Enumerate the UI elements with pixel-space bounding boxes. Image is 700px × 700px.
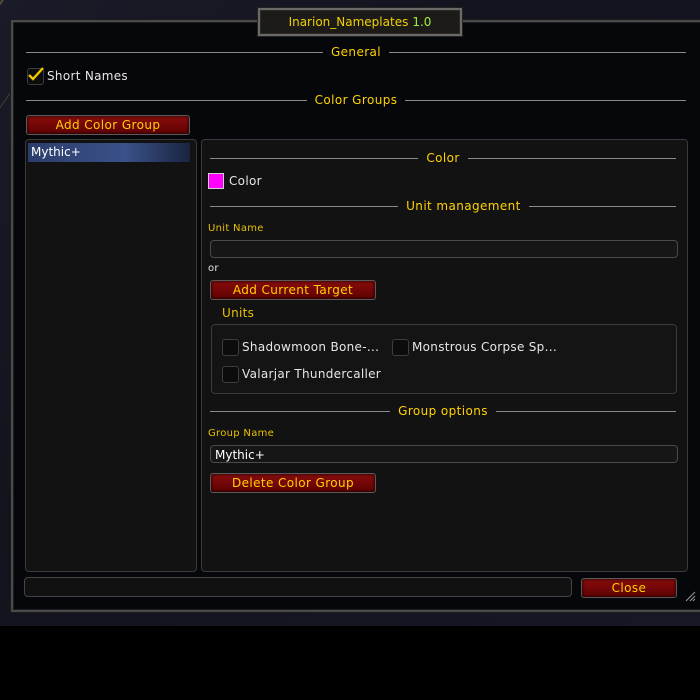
units-label: Units: [222, 306, 255, 320]
unit-checkbox-valarjar[interactable]: [222, 366, 239, 383]
checkmark-icon: [28, 67, 44, 81]
status-bar: [24, 577, 572, 597]
add-current-target-button[interactable]: Add Current Target: [210, 280, 376, 300]
group-name-label: Group Name: [208, 428, 275, 439]
unit-label-shadowmoon: Shadowmoon Bone-...: [242, 340, 380, 354]
group-options-header-text: Group options: [398, 404, 488, 418]
unit-management-header-text: Unit management: [406, 199, 521, 213]
resize-grip-icon[interactable]: [684, 590, 696, 602]
group-options-header: Group options: [210, 404, 676, 418]
color-groups-header-text: Color Groups: [314, 93, 398, 107]
units-group: [211, 324, 677, 394]
unit-checkbox-monstrous[interactable]: [392, 339, 409, 356]
unit-label-monstrous: Monstrous Corpse Sp...: [412, 340, 557, 354]
window-version: 1.0: [412, 15, 432, 29]
close-button[interactable]: Close: [581, 578, 677, 598]
color-group-list: [25, 139, 197, 572]
unit-label-valarjar: Valarjar Thundercaller: [242, 367, 382, 381]
short-names-label: Short Names: [47, 69, 128, 83]
unit-management-header: Unit management: [210, 199, 676, 213]
unit-name-input[interactable]: [210, 240, 678, 258]
unit-checkbox-shadowmoon[interactable]: [222, 339, 239, 356]
window-title-text: Inarion_Nameplates: [288, 15, 409, 29]
general-header-text: General: [330, 45, 382, 59]
color-section-header: Color: [210, 151, 676, 165]
delete-color-group-button[interactable]: Delete Color Group: [210, 473, 376, 493]
color-groups-header: Color Groups: [26, 93, 687, 107]
general-header: General: [26, 45, 686, 59]
color-group-item-mythic[interactable]: Mythic+: [28, 143, 190, 162]
short-names-checkbox[interactable]: [27, 67, 44, 85]
color-swatch[interactable]: [208, 173, 224, 189]
color-section-header-text: Color: [426, 151, 460, 165]
color-label: Color: [229, 174, 262, 188]
group-name-input[interactable]: Mythic+: [210, 445, 678, 463]
unit-name-label: Unit Name: [208, 223, 264, 234]
or-label: or: [208, 263, 219, 274]
add-color-group-button[interactable]: Add Color Group: [26, 115, 190, 135]
window-title[interactable]: Inarion_Nameplates 1.0: [258, 8, 462, 36]
